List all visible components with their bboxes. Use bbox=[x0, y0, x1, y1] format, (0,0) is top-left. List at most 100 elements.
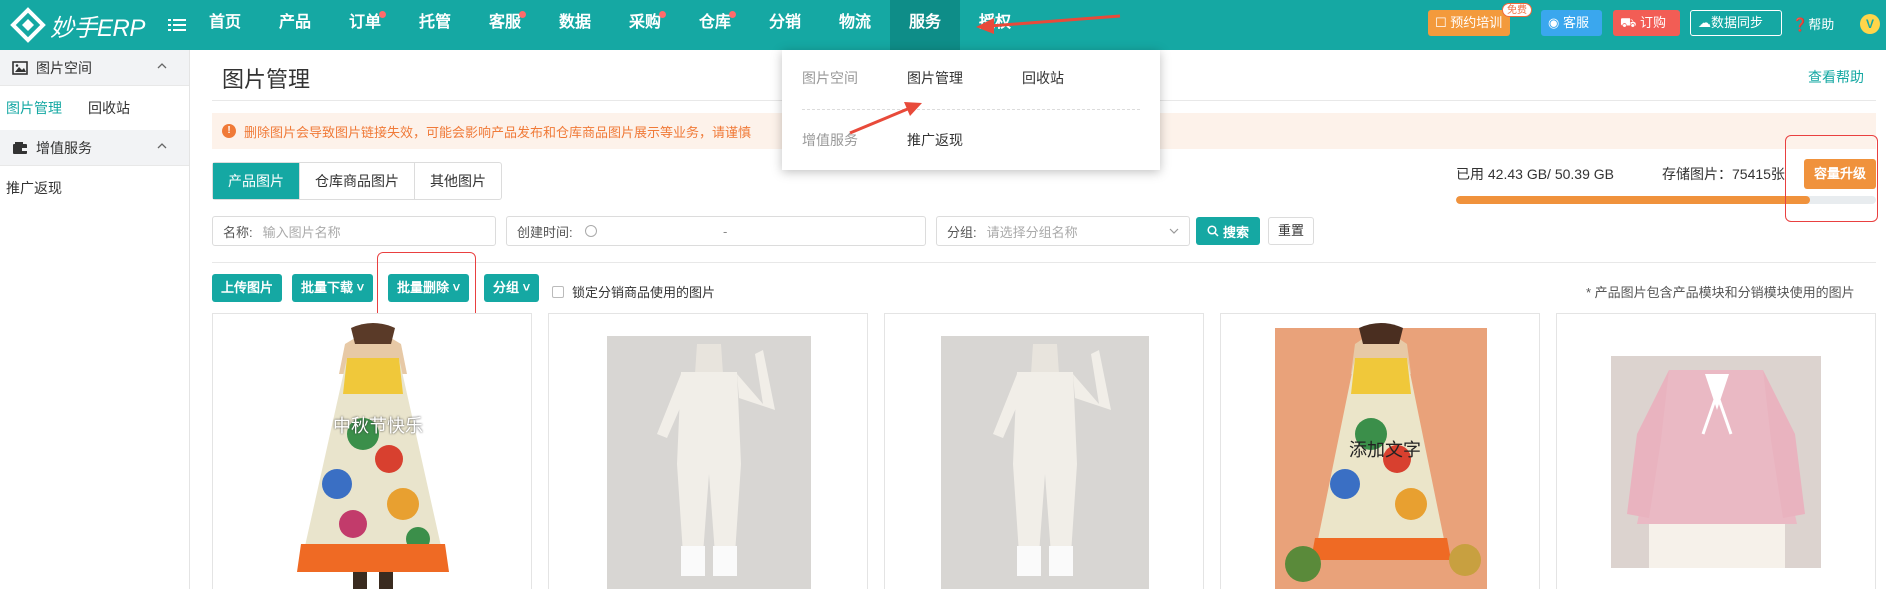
menu-item-recycle-bin[interactable]: 回收站 bbox=[1022, 68, 1064, 88]
nav-logistics[interactable]: 物流 bbox=[820, 0, 890, 50]
subscribe-button[interactable]: ⛟ 订购 bbox=[1613, 10, 1680, 36]
brand-logo[interactable]: 妙手ERP bbox=[10, 6, 145, 44]
training-button[interactable]: ☐ 预约培训 bbox=[1428, 10, 1510, 36]
service-dropdown-menu: 图片空间 图片管理 回收站 增值服务 推广返现 bbox=[782, 50, 1160, 170]
image-card[interactable] bbox=[1556, 313, 1876, 589]
nav-product[interactable]: 产品 bbox=[260, 0, 330, 50]
service-label: 客服 bbox=[1562, 15, 1589, 30]
nav-hosting[interactable]: 托管 bbox=[400, 0, 470, 50]
sidebar-group-value-added[interactable]: 增值服务 bbox=[0, 130, 189, 166]
chat-icon: ☐ bbox=[1435, 15, 1451, 30]
storage-progress-fill bbox=[1456, 196, 1810, 204]
nav-label: 数据 bbox=[558, 14, 591, 31]
chevron-up-icon bbox=[157, 63, 167, 69]
product-image-jumpsuit bbox=[885, 314, 1203, 589]
avatar[interactable]: V bbox=[1860, 14, 1880, 34]
reset-button[interactable]: 重置 bbox=[1268, 217, 1314, 245]
sidebar-group-image-space[interactable]: 图片空间 bbox=[0, 50, 189, 86]
chevron-up-icon bbox=[157, 143, 167, 149]
image-card[interactable] bbox=[884, 313, 1204, 589]
group-label: 分组 bbox=[493, 280, 520, 295]
sidebar-item-promotion-cashback[interactable]: 推广返现 bbox=[6, 178, 62, 198]
question-icon: ❓ bbox=[1792, 17, 1809, 32]
headset-icon: ◉ bbox=[1548, 15, 1563, 30]
nav-label: 产品 bbox=[278, 14, 311, 31]
product-image-jumpsuit bbox=[549, 314, 867, 589]
tab-warehouse-images[interactable]: 仓库商品图片 bbox=[300, 163, 415, 199]
tab-product-images[interactable]: 产品图片 bbox=[213, 163, 300, 199]
checkbox[interactable] bbox=[552, 285, 564, 298]
wallet-icon bbox=[13, 141, 27, 154]
cloud-icon: ☁ bbox=[1698, 15, 1711, 30]
nav-order[interactable]: 订单 bbox=[330, 0, 400, 50]
batch-download-label: 批量下载 bbox=[301, 280, 354, 295]
page-title: 图片管理 bbox=[222, 67, 311, 92]
customer-service-button[interactable]: ◉ 客服 bbox=[1541, 10, 1602, 36]
notification-dot bbox=[379, 11, 386, 18]
storage-usage: 已用 42.43 GB/ 50.39 GB bbox=[1456, 166, 1614, 182]
warning-icon: ! bbox=[222, 124, 236, 138]
view-help-link[interactable]: 查看帮助 bbox=[1808, 67, 1864, 87]
clock-icon bbox=[584, 225, 597, 237]
sidebar-links-image-space: 图片管理 回收站 bbox=[0, 86, 189, 130]
top-navbar: 妙手ERP 首页 产品 订单 托管 客服 数据 采购 仓库 分销 物流 服务 授… bbox=[0, 0, 1886, 50]
image-card[interactable] bbox=[548, 313, 868, 589]
nav-label: 服务 bbox=[908, 14, 941, 31]
main-nav: 首页 产品 订单 托管 客服 数据 采购 仓库 分销 物流 服务 授权 bbox=[190, 0, 1030, 50]
nav-label: 物流 bbox=[838, 14, 871, 31]
nav-customer-service[interactable]: 客服 bbox=[470, 0, 540, 50]
nav-purchase[interactable]: 采购 bbox=[610, 0, 680, 50]
sidebar-item-image-management[interactable]: 图片管理 bbox=[6, 98, 62, 118]
nav-distribution[interactable]: 分销 bbox=[750, 0, 820, 50]
date-range-separator: - bbox=[723, 223, 728, 239]
filter-label: 名称: bbox=[223, 224, 253, 240]
created-time-filter[interactable]: 创建时间: - bbox=[506, 216, 926, 246]
nav-warehouse[interactable]: 仓库 bbox=[680, 0, 750, 50]
menu-item-image-management[interactable]: 图片管理 bbox=[907, 68, 963, 88]
image-overlay-text: 中秋节快乐 bbox=[333, 416, 423, 437]
search-icon bbox=[1207, 225, 1219, 237]
search-button[interactable]: 搜索 bbox=[1196, 217, 1260, 245]
menu-item-promotion-cashback[interactable]: 推广返现 bbox=[907, 130, 963, 150]
chevron-down-icon: ˅ bbox=[519, 280, 531, 295]
nav-authorization[interactable]: 授权 bbox=[960, 0, 1030, 50]
nav-data[interactable]: 数据 bbox=[540, 0, 610, 50]
highlight-box bbox=[1785, 135, 1878, 222]
notification-dot bbox=[659, 11, 666, 18]
sidebar-group-title: 增值服务 bbox=[36, 139, 92, 156]
sidebar-item-recycle-bin[interactable]: 回收站 bbox=[88, 98, 130, 118]
group-filter[interactable]: 分组: 请选择分组名称 bbox=[936, 216, 1190, 246]
product-image-dress bbox=[213, 314, 531, 589]
nav-home[interactable]: 首页 bbox=[190, 0, 260, 50]
notification-dot bbox=[519, 11, 526, 18]
group-button[interactable]: 分组 ˅ bbox=[484, 274, 540, 302]
sidebar: 图片空间 图片管理 回收站 增值服务 推广返现 bbox=[0, 50, 190, 589]
data-sync-button[interactable]: ☁数据同步 bbox=[1690, 10, 1782, 36]
dropdown-category: 图片空间 bbox=[802, 70, 858, 86]
dropdown-category: 增值服务 bbox=[802, 132, 858, 148]
batch-download-button[interactable]: 批量下载 ˅ bbox=[292, 274, 374, 302]
name-filter[interactable]: 名称: 输入图片名称 bbox=[212, 216, 496, 246]
image-card[interactable]: 添加文字 bbox=[1220, 313, 1540, 589]
menu-list-icon[interactable] bbox=[168, 16, 186, 34]
nav-label: 仓库 bbox=[698, 14, 731, 31]
cart-icon: ⛟ bbox=[1620, 15, 1640, 30]
tab-other-images[interactable]: 其他图片 bbox=[415, 163, 501, 199]
warning-text: 删除图片会导致图片链接失效，可能会影响产品发布和仓库商品图片展示等业务，请谨慎 bbox=[244, 124, 752, 140]
training-label: 预约培训 bbox=[1450, 15, 1503, 30]
nav-service[interactable]: 服务 bbox=[890, 0, 960, 50]
upload-image-button[interactable]: 上传图片 bbox=[212, 274, 283, 302]
lock-distribution-images-checkbox[interactable]: 锁定分销商品使用的图片 bbox=[552, 282, 715, 301]
nav-label: 授权 bbox=[978, 14, 1011, 31]
sidebar-links-value-added: 推广返现 bbox=[0, 166, 189, 210]
order-label: 订购 bbox=[1639, 15, 1666, 30]
product-image-sweater bbox=[1557, 314, 1875, 589]
help-label: 帮助 bbox=[1808, 17, 1835, 32]
help-link[interactable]: ❓帮助 bbox=[1792, 14, 1834, 33]
search-label: 搜索 bbox=[1222, 224, 1249, 240]
stored-image-count: 存储图片：75415张 bbox=[1662, 166, 1785, 182]
logo-icon bbox=[10, 7, 46, 43]
divider bbox=[802, 109, 1140, 110]
free-badge: 免费 bbox=[1502, 3, 1532, 17]
image-card[interactable]: 中秋节快乐 bbox=[212, 313, 532, 589]
